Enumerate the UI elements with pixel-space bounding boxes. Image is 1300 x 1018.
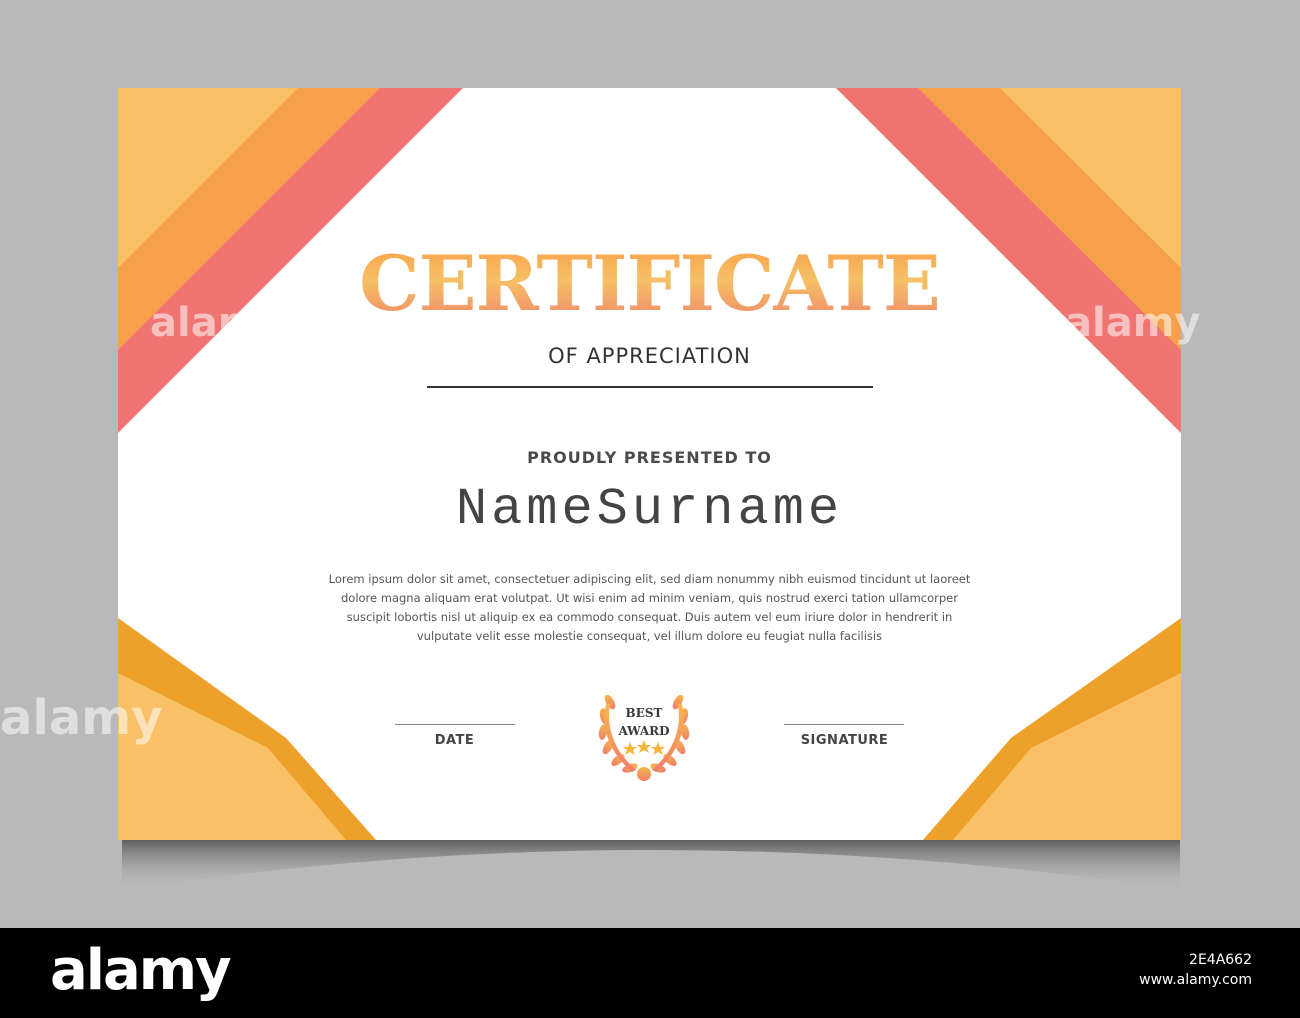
site-url: www.alamy.com [1139,972,1252,988]
date-label: DATE [434,733,475,748]
footer-bar: alamy 2E4A662 www.alamy.com [0,928,1300,1018]
date-line [395,724,515,725]
image-id: 2E4A662 [1189,952,1252,968]
watermark-left: alamy [150,300,286,346]
certificate-body: Lorem ipsum dolor sit amet, consectetuer… [328,572,971,643]
background-canvas: CERTIFICATE OF APPRECIATION PROUDLY PRES… [0,0,1300,928]
signature-line [784,724,904,725]
star-icons [623,740,665,755]
signature-label: SIGNATURE [800,733,889,748]
certificate-subtitle: OF APPRECIATION [548,344,751,368]
watermark-right: alamy [1065,300,1201,346]
badge-award-text: AWARD [618,724,670,738]
watermark-bottom-left: alamy [0,690,163,746]
recipient-name: NameSurname [455,480,844,539]
bottom-right-light-band [953,673,1181,840]
badge-best-text: BEST [625,706,663,720]
alamy-logo: alamy [50,938,232,1003]
presented-label: PROUDLY PRESENTED TO [527,448,772,467]
footer-info: 2E4A662 www.alamy.com [1139,950,1252,990]
award-badge: BEST AWARD [592,682,696,792]
title-divider [427,386,873,388]
certificate: CERTIFICATE OF APPRECIATION PROUDLY PRES… [118,88,1181,840]
